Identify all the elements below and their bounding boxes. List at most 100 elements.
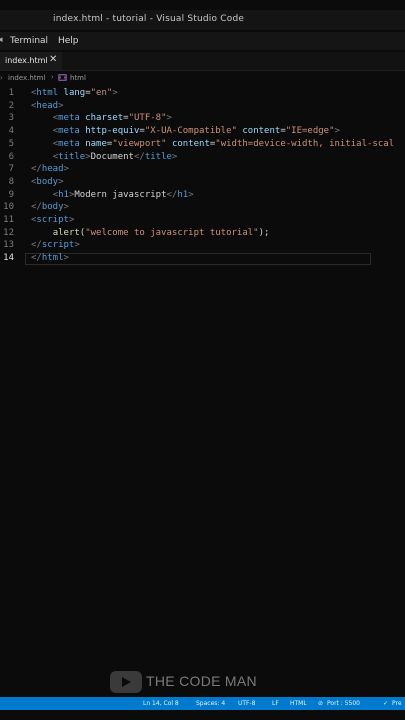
code-line[interactable]: 12 alert("welcome to javascript tutorial… xyxy=(0,228,405,240)
code-token: > xyxy=(58,176,64,187)
code-token: > xyxy=(166,113,172,124)
code-token: > xyxy=(188,189,194,200)
breadcrumb-element[interactable]: html xyxy=(70,74,86,82)
line-number: 6 xyxy=(8,151,14,162)
menu-item-help[interactable]: Help xyxy=(58,36,79,46)
code-token: </ xyxy=(31,164,42,175)
code-token: body xyxy=(41,202,64,213)
code-token: meta xyxy=(58,138,80,149)
code-token: > xyxy=(171,151,178,162)
code-token: title xyxy=(58,151,86,162)
code-token: meta xyxy=(58,126,80,137)
watermark-text: THE CODE MAN xyxy=(146,673,257,689)
status-live-server-icon: ⊘ xyxy=(318,700,324,707)
code-text: <meta charset="UTF-8"> xyxy=(31,113,172,123)
window-title: index.html - tutorial - Visual Studio Co… xyxy=(53,14,245,24)
code-token: > xyxy=(112,88,118,98)
vscode-window: index.html - tutorial - Visual Studio Co… xyxy=(0,0,405,720)
code-line[interactable]: 3 <meta charset="UTF-8"> xyxy=(0,113,405,125)
status-cursor-position[interactable]: Ln 14, Col 8 xyxy=(143,700,179,707)
html-element-icon xyxy=(58,74,67,81)
code-token: > xyxy=(58,100,64,111)
line-number: 3 xyxy=(8,113,14,124)
breadcrumb-chevron-icon: › xyxy=(0,74,3,82)
code-text: <meta name="viewport" content="width=dev… xyxy=(31,139,394,149)
line-number: 11 xyxy=(3,215,14,225)
menu-bar: ◂ Terminal Help xyxy=(0,32,405,50)
code-token: name xyxy=(85,138,107,149)
code-line[interactable]: 1 <html lang="en"> xyxy=(0,88,405,100)
line-number: 13 xyxy=(3,240,14,251)
status-indentation[interactable]: Spaces: 4 xyxy=(196,700,225,707)
code-token: body xyxy=(36,176,59,187)
code-token: > xyxy=(68,215,75,225)
tab-close-icon[interactable]: ✕ xyxy=(49,54,57,65)
status-eol[interactable]: LF xyxy=(272,700,279,707)
code-token: content xyxy=(242,126,281,137)
code-token: h1 xyxy=(177,189,189,200)
status-live-server-port[interactable]: Port : 5500 xyxy=(327,700,360,707)
code-line[interactable]: 6 <title>Document</title> xyxy=(0,152,405,164)
tab-bar: index.html ✕ xyxy=(0,52,405,71)
code-line[interactable]: 10 </body> xyxy=(0,202,405,214)
code-token: head xyxy=(41,164,64,175)
code-token: > xyxy=(63,202,69,213)
code-text: <title>Document</title> xyxy=(31,151,178,162)
code-line[interactable]: 7 </head> xyxy=(0,164,405,176)
code-token: lang xyxy=(63,88,86,98)
status-prettier[interactable]: Pre xyxy=(392,700,402,707)
code-text: <meta http-equiv="X-UA-Compatible" conte… xyxy=(31,126,340,136)
code-token: http-equiv xyxy=(85,126,140,137)
code-text: <script> xyxy=(31,215,74,225)
code-token: > xyxy=(63,253,69,264)
code-text: </head> xyxy=(31,164,69,174)
code-token: ); xyxy=(258,227,270,238)
line-number: 4 xyxy=(8,126,14,137)
breadcrumb-file[interactable]: index.html xyxy=(8,74,45,82)
code-line[interactable]: 4 <meta http-equiv="X-UA-Compatible" con… xyxy=(0,126,405,138)
menu-item-terminal[interactable]: Terminal xyxy=(10,36,48,46)
code-token: </ xyxy=(31,253,42,264)
tab-label: index.html xyxy=(5,56,48,65)
code-line[interactable]: 13 </script> xyxy=(0,240,405,252)
tab-index-html[interactable]: index.html ✕ xyxy=(0,52,62,70)
line-number: 1 xyxy=(8,88,14,98)
line-number: 5 xyxy=(8,138,14,149)
code-token: "viewport" xyxy=(112,138,167,149)
code-line[interactable]: 2 <head> xyxy=(0,101,405,113)
breadcrumb-chevron-icon: › xyxy=(51,73,54,81)
status-language[interactable]: HTML xyxy=(290,700,307,707)
code-editor[interactable]: 1 <html lang="en"> 2 <head> 3 <meta charset=… xyxy=(0,87,405,687)
line-number: 10 xyxy=(3,202,14,213)
line-number: 9 xyxy=(8,189,14,200)
channel-watermark: THE CODE MAN xyxy=(110,670,310,694)
code-token: > xyxy=(334,126,340,137)
code-token: script xyxy=(36,215,69,225)
code-token: h1 xyxy=(58,189,69,200)
code-line[interactable]: 8 <body> xyxy=(0,177,405,189)
line-number: 7 xyxy=(8,164,14,175)
line-number: 2 xyxy=(8,100,14,111)
code-line[interactable]: 14 </html> xyxy=(0,253,405,265)
code-token: "width=device-width, initial-scal xyxy=(215,138,395,149)
code-token: content xyxy=(171,138,210,149)
code-line[interactable]: 5 <meta name="viewport" content="width=d… xyxy=(0,139,405,151)
code-text: <html lang="en"> xyxy=(31,88,118,98)
code-token: Modern javascript xyxy=(74,189,167,200)
code-token: charset xyxy=(85,113,124,124)
code-token: > xyxy=(63,164,69,175)
code-token: "en" xyxy=(90,88,113,98)
code-line[interactable]: 9 <h1>Modern javascript</h1> xyxy=(0,190,405,202)
code-token: "IE=edge" xyxy=(285,126,335,137)
status-encoding[interactable]: UTF-8 xyxy=(238,700,256,707)
code-token: "UTF-8" xyxy=(128,113,167,124)
code-line[interactable]: 11 <script> xyxy=(0,215,405,227)
code-token: Document xyxy=(90,151,134,162)
menu-overflow-icon[interactable]: ◂ xyxy=(0,35,3,45)
code-token: title xyxy=(144,151,172,162)
code-text: <body> xyxy=(31,177,64,187)
code-token: html xyxy=(41,253,64,264)
